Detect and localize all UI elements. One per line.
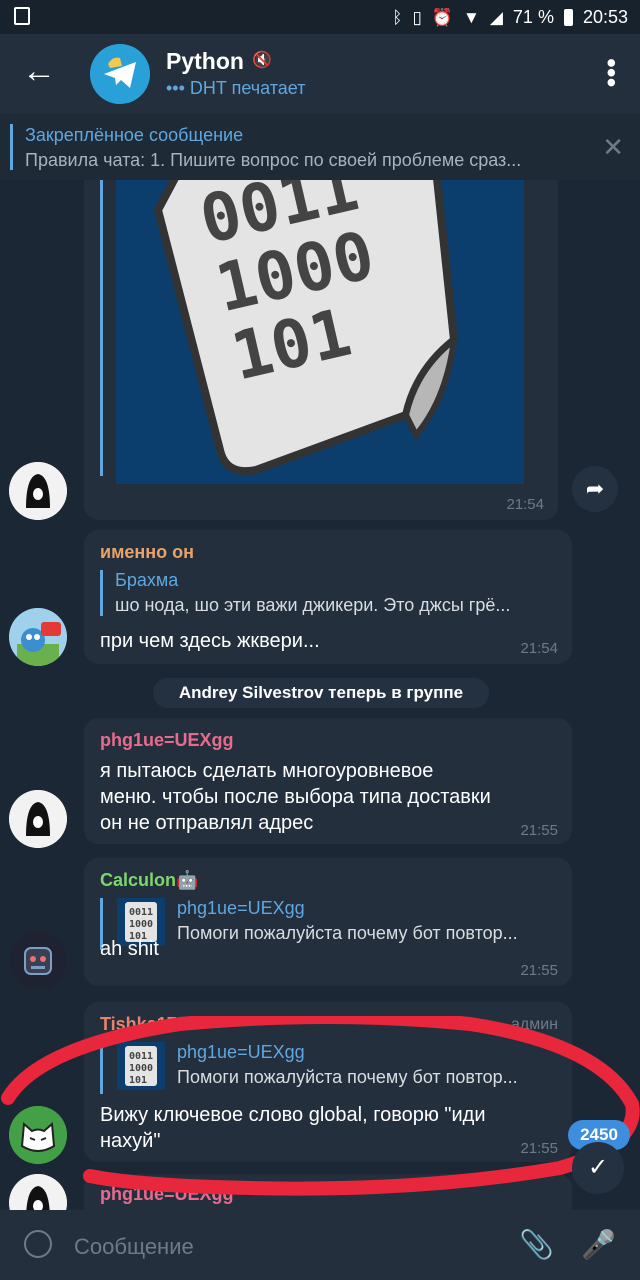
message-line: он не отправлял адрес: [100, 812, 314, 834]
message-input[interactable]: Сообщение: [74, 1234, 194, 1260]
hooded-figure-icon: [9, 462, 67, 520]
message-line: меню. чтобы после выбора типа доставки: [100, 786, 491, 808]
avatar[interactable]: [9, 1174, 67, 1210]
checkmark-icon[interactable]: ✓: [572, 1142, 624, 1194]
python-telegram-logo-icon: [90, 44, 150, 104]
bluetooth-icon: ᛒ: [392, 7, 403, 27]
message-text: ah shit: [100, 938, 159, 960]
forward-accent-bar: [100, 180, 103, 476]
avatar[interactable]: [9, 1106, 67, 1164]
microphone-icon[interactable]: 🎤: [581, 1228, 616, 1261]
download-icon: [14, 7, 30, 25]
avatar[interactable]: [9, 462, 67, 520]
avatar[interactable]: [9, 932, 67, 990]
message-list[interactable]: 0011 1000 101 21:54 ➦ именно он Брахма ш…: [0, 180, 640, 1210]
avatar[interactable]: [9, 608, 67, 666]
reply-sender: Брахма: [115, 570, 179, 590]
message-time: 21:55: [520, 822, 558, 839]
reply-sender: phg1ue=UEXgg: [177, 898, 305, 918]
reply-preview[interactable]: 0011 1000 101 phg1ue=UEXgg Помоги пожалуйс…: [100, 898, 565, 950]
group-avatar[interactable]: [90, 44, 150, 104]
reply-text: Помоги пожалуйста почему бот повтор...: [177, 923, 518, 943]
share-arrow-icon[interactable]: ➦: [572, 466, 618, 512]
hooded-figure-icon: [9, 790, 67, 848]
paperclip-icon[interactable]: 📎: [519, 1228, 554, 1261]
cat-avatar-icon: [9, 1106, 67, 1164]
reply-text: шо нода, шо эти важи джикери. Это джсы г…: [115, 595, 511, 615]
message-text: я пытаюсь сделать многоуровневое меню. ч…: [100, 758, 491, 836]
typing-status: ••• DHT печатает: [166, 78, 306, 98]
message-time: 21:54: [506, 496, 544, 513]
alarm-icon: ⏰: [431, 7, 454, 27]
binary-file-image[interactable]: 0011 1000 101: [116, 180, 524, 484]
message-line: Вижу ключевое слово global, говорю "иди: [100, 1104, 486, 1126]
message-line: я пытаюсь сделать многоуровневое: [100, 760, 434, 782]
pinned-message[interactable]: Закреплённое сообщение Правила чата: 1. …: [0, 114, 640, 181]
status-icons: ᛒ ▯ ⏰ ▼ ◢ 71 % 20:53: [392, 7, 628, 28]
more-vertical-icon[interactable]: •••: [596, 58, 627, 87]
emoji-icon[interactable]: [24, 1230, 52, 1258]
service-message: Andrey Silvestrov теперь в группе: [153, 678, 489, 708]
chat-header: ← Python 🔇 ••• DHT печатает •••: [0, 34, 640, 114]
reply-text: Помоги пожалуйста почему бот повтор...: [177, 1067, 518, 1087]
battery-percent: 71 %: [512, 7, 554, 27]
image-message[interactable]: 0011 1000 101 21:54: [84, 180, 558, 520]
sender-name[interactable]: phg1ue=UEXgg: [100, 730, 234, 751]
binary-document-icon: 00111000101: [117, 1042, 165, 1090]
pinned-accent-bar: [10, 124, 13, 170]
chat-title[interactable]: Python: [166, 48, 244, 75]
vibrate-icon: ▯: [412, 7, 422, 27]
avatar[interactable]: [9, 790, 67, 848]
svg-text:1000: 1000: [129, 1063, 153, 1074]
signal-icon: ◢: [489, 7, 503, 27]
hooded-figure-icon: [9, 1174, 67, 1210]
reply-thumbnail: 0011 1000 101: [117, 1042, 165, 1090]
sender-name[interactable]: Tishka17: [100, 1014, 177, 1035]
message-bubble[interactable]: именно он Брахма шо нода, шо эти важи дж…: [84, 530, 572, 664]
svg-text:0011: 0011: [129, 1051, 153, 1062]
status-bar: ᛒ ▯ ⏰ ▼ ◢ 71 % 20:53: [0, 0, 640, 34]
reply-preview[interactable]: 0011 1000 101 phg1ue=UEXgg Помоги пожалуйс…: [100, 1042, 565, 1094]
message-time: 21:55: [520, 962, 558, 979]
reply-sender: phg1ue=UEXgg: [177, 1042, 305, 1062]
sender-name[interactable]: phg1ue=UEXgg: [100, 1184, 234, 1205]
message-time: 21:54: [520, 640, 558, 657]
message-line: нахуй": [100, 1130, 161, 1152]
cartoon-avatar-icon: [9, 608, 67, 666]
sender-name[interactable]: именно он: [100, 542, 194, 563]
message-bubble[interactable]: phg1ue=UEXgg: [84, 1174, 572, 1210]
pinned-text: Правила чата: 1. Пишите вопрос по своей …: [25, 150, 522, 170]
robot-avatar-icon: [9, 932, 67, 990]
mute-icon: 🔇: [252, 52, 272, 69]
svg-text:0011: 0011: [129, 907, 153, 918]
close-icon[interactable]: ✕: [602, 132, 624, 163]
arrow-left-icon[interactable]: ←: [22, 54, 56, 88]
message-bubble[interactable]: phg1ue=UEXgg я пытаюсь сделать многоуров…: [84, 718, 572, 844]
clock: 20:53: [582, 7, 628, 27]
battery-icon: [563, 9, 573, 26]
svg-text:101: 101: [129, 1075, 147, 1086]
sender-name[interactable]: Calculon🤖: [100, 870, 198, 891]
message-text: при чем здесь жквери...: [100, 630, 320, 652]
wifi-icon: ▼: [463, 7, 480, 27]
pinned-title: Закреплённое сообщение: [25, 125, 244, 145]
admin-badge: админ: [510, 1016, 558, 1033]
reply-preview[interactable]: Брахма шо нода, шо эти важи джикери. Это…: [100, 570, 565, 616]
svg-text:1000: 1000: [129, 919, 153, 930]
message-bubble[interactable]: Tishka17 админ 0011 1000 101 phg1ue=UEXgg …: [84, 1002, 572, 1162]
message-input-bar: Сообщение 📎 🎤: [0, 1210, 640, 1280]
message-bubble[interactable]: Calculon🤖 0011 1000 101 phg1ue=UEXgg Помог…: [84, 858, 572, 986]
message-time: 21:55: [520, 1140, 558, 1157]
message-text: Вижу ключевое слово global, говорю "иди …: [100, 1102, 486, 1154]
